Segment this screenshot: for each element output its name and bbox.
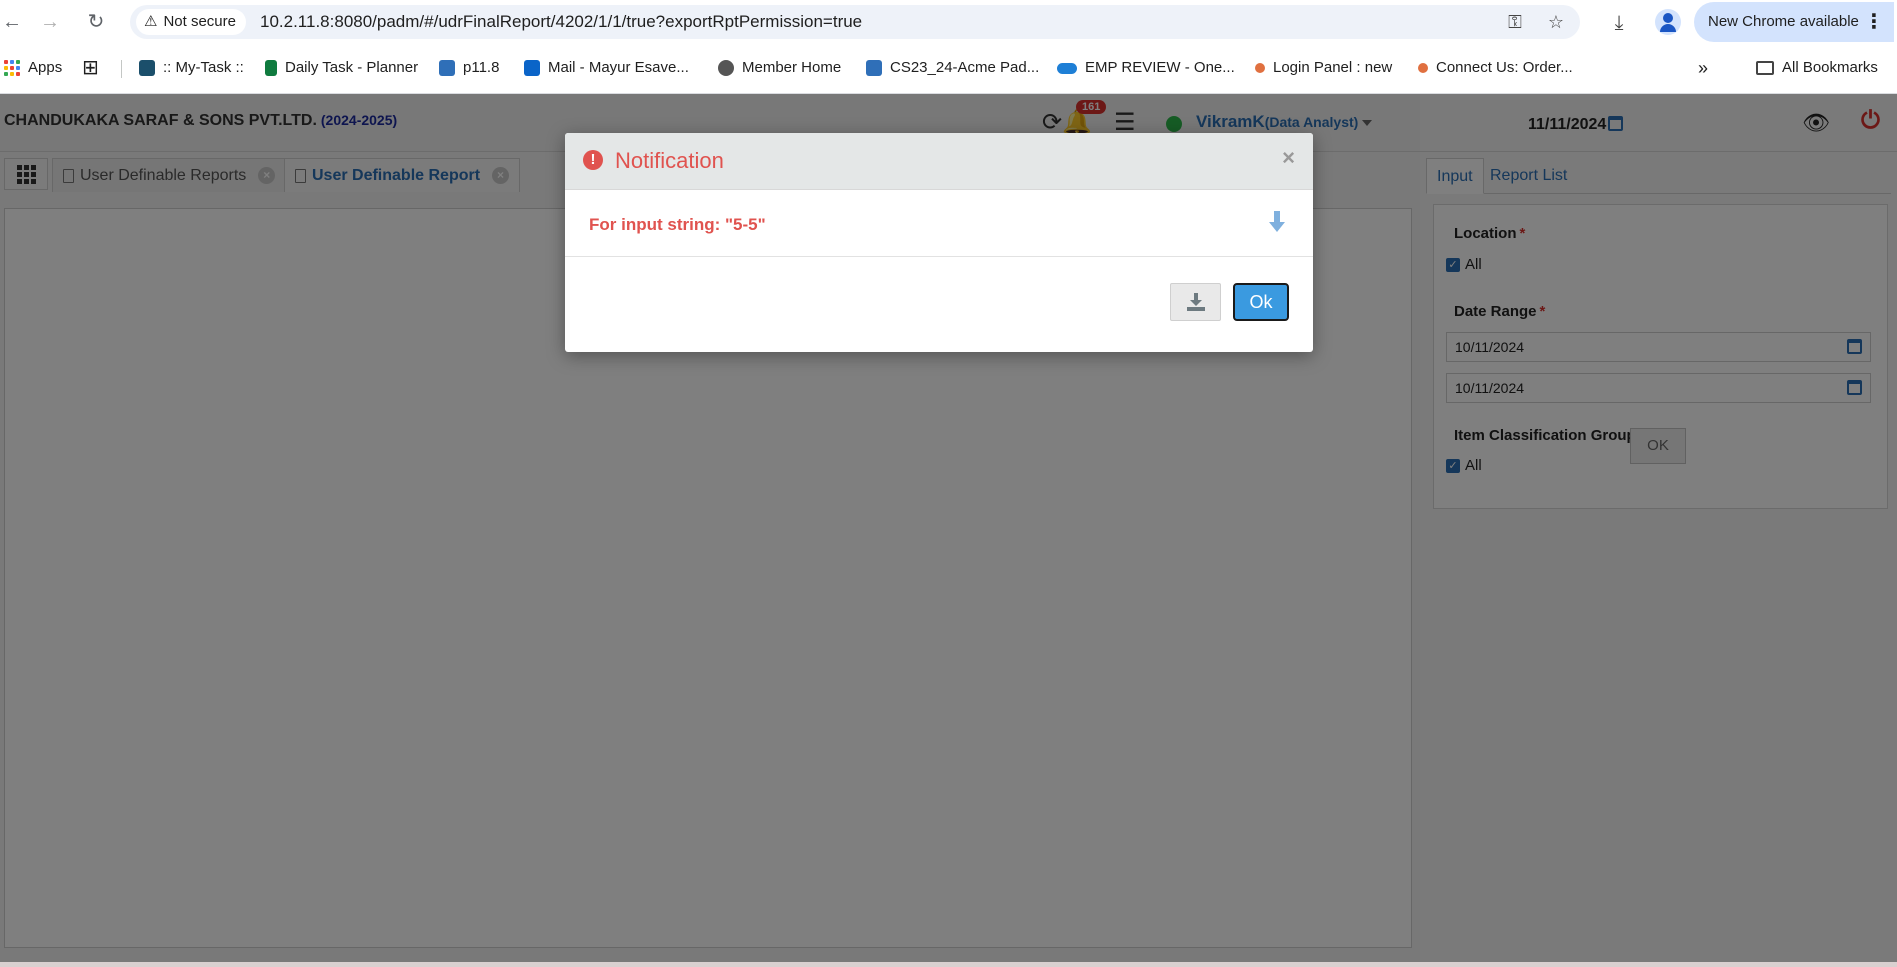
bookmark-item[interactable]: p11.8 (439, 52, 499, 84)
bottom-strip (0, 962, 1897, 967)
globe-icon (718, 60, 734, 76)
address-row: ← → ↻ ⚠ Not secure 10.2.11.8:8080/padm/#… (0, 0, 1897, 44)
bookmark-label: p11.8 (463, 59, 500, 76)
bookmark-item[interactable]: Mail - Mayur Esave... (524, 52, 689, 84)
bookmark-label: EMP REVIEW - One... (1085, 59, 1235, 76)
update-label: New Chrome available (1708, 13, 1859, 30)
bookmark-favicon-icon (265, 60, 277, 76)
download-icon (1187, 293, 1205, 311)
forward-arrow-icon[interactable]: → (38, 10, 62, 34)
download-icon[interactable]: ⤓ (1606, 10, 1632, 36)
arrow-down-icon[interactable] (1269, 211, 1285, 233)
bookmark-favicon-icon (866, 60, 882, 76)
bookmark-favicon-icon (1418, 63, 1428, 73)
omnibox[interactable]: ⚠ Not secure 10.2.11.8:8080/padm/#/udrFi… (130, 5, 1580, 39)
cloud-icon (1057, 62, 1077, 74)
modal-footer: Ok (565, 258, 1313, 352)
modal-header: ! Notification × (565, 133, 1313, 190)
bookmark-separator (121, 60, 122, 78)
warning-triangle-icon: ⚠ (144, 13, 158, 30)
bookmark-label: Connect Us: Order... (1436, 59, 1573, 76)
bookmark-item[interactable]: :: My-Task :: (139, 52, 244, 84)
all-bookmarks[interactable]: All Bookmarks (1756, 52, 1878, 84)
kebab-menu-icon[interactable]: ⋮ (1864, 2, 1884, 42)
notification-modal: ! Notification × For input string: "5-5"… (565, 133, 1313, 352)
bookmark-label: Mail - Mayur Esave... (548, 59, 689, 76)
profile-avatar[interactable] (1655, 9, 1681, 35)
star-icon[interactable]: ☆ (1545, 11, 1567, 33)
bookmarks-overflow-icon[interactable]: » (1698, 52, 1708, 84)
bookmark-label: Apps (28, 59, 63, 76)
bookmark-item[interactable]: EMP REVIEW - One... (1057, 52, 1235, 84)
bookmark-favicon-icon (439, 60, 455, 76)
bookmark-item[interactable]: Daily Task - Planner (265, 52, 418, 84)
ok-button[interactable]: Ok (1233, 283, 1289, 321)
bookmark-label: Login Panel : new (1273, 59, 1393, 76)
modal-body: For input string: "5-5" (565, 191, 1313, 257)
bookmark-label: All Bookmarks (1782, 59, 1878, 76)
security-label: Not secure (163, 13, 236, 30)
security-chip[interactable]: ⚠ Not secure (136, 9, 246, 35)
reload-icon[interactable]: ↻ (84, 10, 108, 34)
browser-chrome: ← → ↻ ⚠ Not secure 10.2.11.8:8080/padm/#… (0, 0, 1897, 94)
bookmark-apps[interactable]: Apps (4, 52, 62, 84)
url-text[interactable]: 10.2.11.8:8080/padm/#/udrFinalReport/420… (260, 5, 862, 39)
folder-icon (1756, 61, 1774, 75)
outlook-icon (524, 60, 540, 76)
bookmark-label: Member Home (742, 59, 842, 76)
bookmark-item[interactable]: CS23_24-Acme Pad... (866, 52, 1039, 84)
error-message: For input string: "5-5" (589, 215, 766, 234)
bookmark-label: CS23_24-Acme Pad... (890, 59, 1040, 76)
update-chip[interactable]: New Chrome available ⋮ (1694, 2, 1894, 42)
key-icon[interactable]: ⚿ (1504, 11, 1526, 33)
bookmark-item[interactable]: Login Panel : new (1255, 52, 1392, 84)
bookmark-label: Daily Task - Planner (285, 59, 419, 76)
bookmark-item[interactable]: Connect Us: Order... (1418, 52, 1573, 84)
close-icon[interactable]: × (1282, 145, 1295, 171)
bookmark-label: :: My-Task :: (163, 59, 244, 76)
bookmark-favicon-icon (1255, 63, 1265, 73)
bookmarks-bar: Apps ⊞ :: My-Task :: Daily Task - Planne… (0, 52, 1897, 84)
back-arrow-icon[interactable]: ← (0, 10, 24, 34)
apps-grid-icon (4, 60, 20, 76)
download-button[interactable] (1170, 283, 1221, 321)
bookmark-favicon-icon (139, 60, 155, 76)
exclamation-circle-icon: ! (583, 150, 603, 170)
bookmark-item[interactable]: Member Home (718, 52, 841, 84)
tab-groups-icon[interactable]: ⊞ (82, 52, 99, 84)
modal-title: Notification (615, 148, 724, 173)
